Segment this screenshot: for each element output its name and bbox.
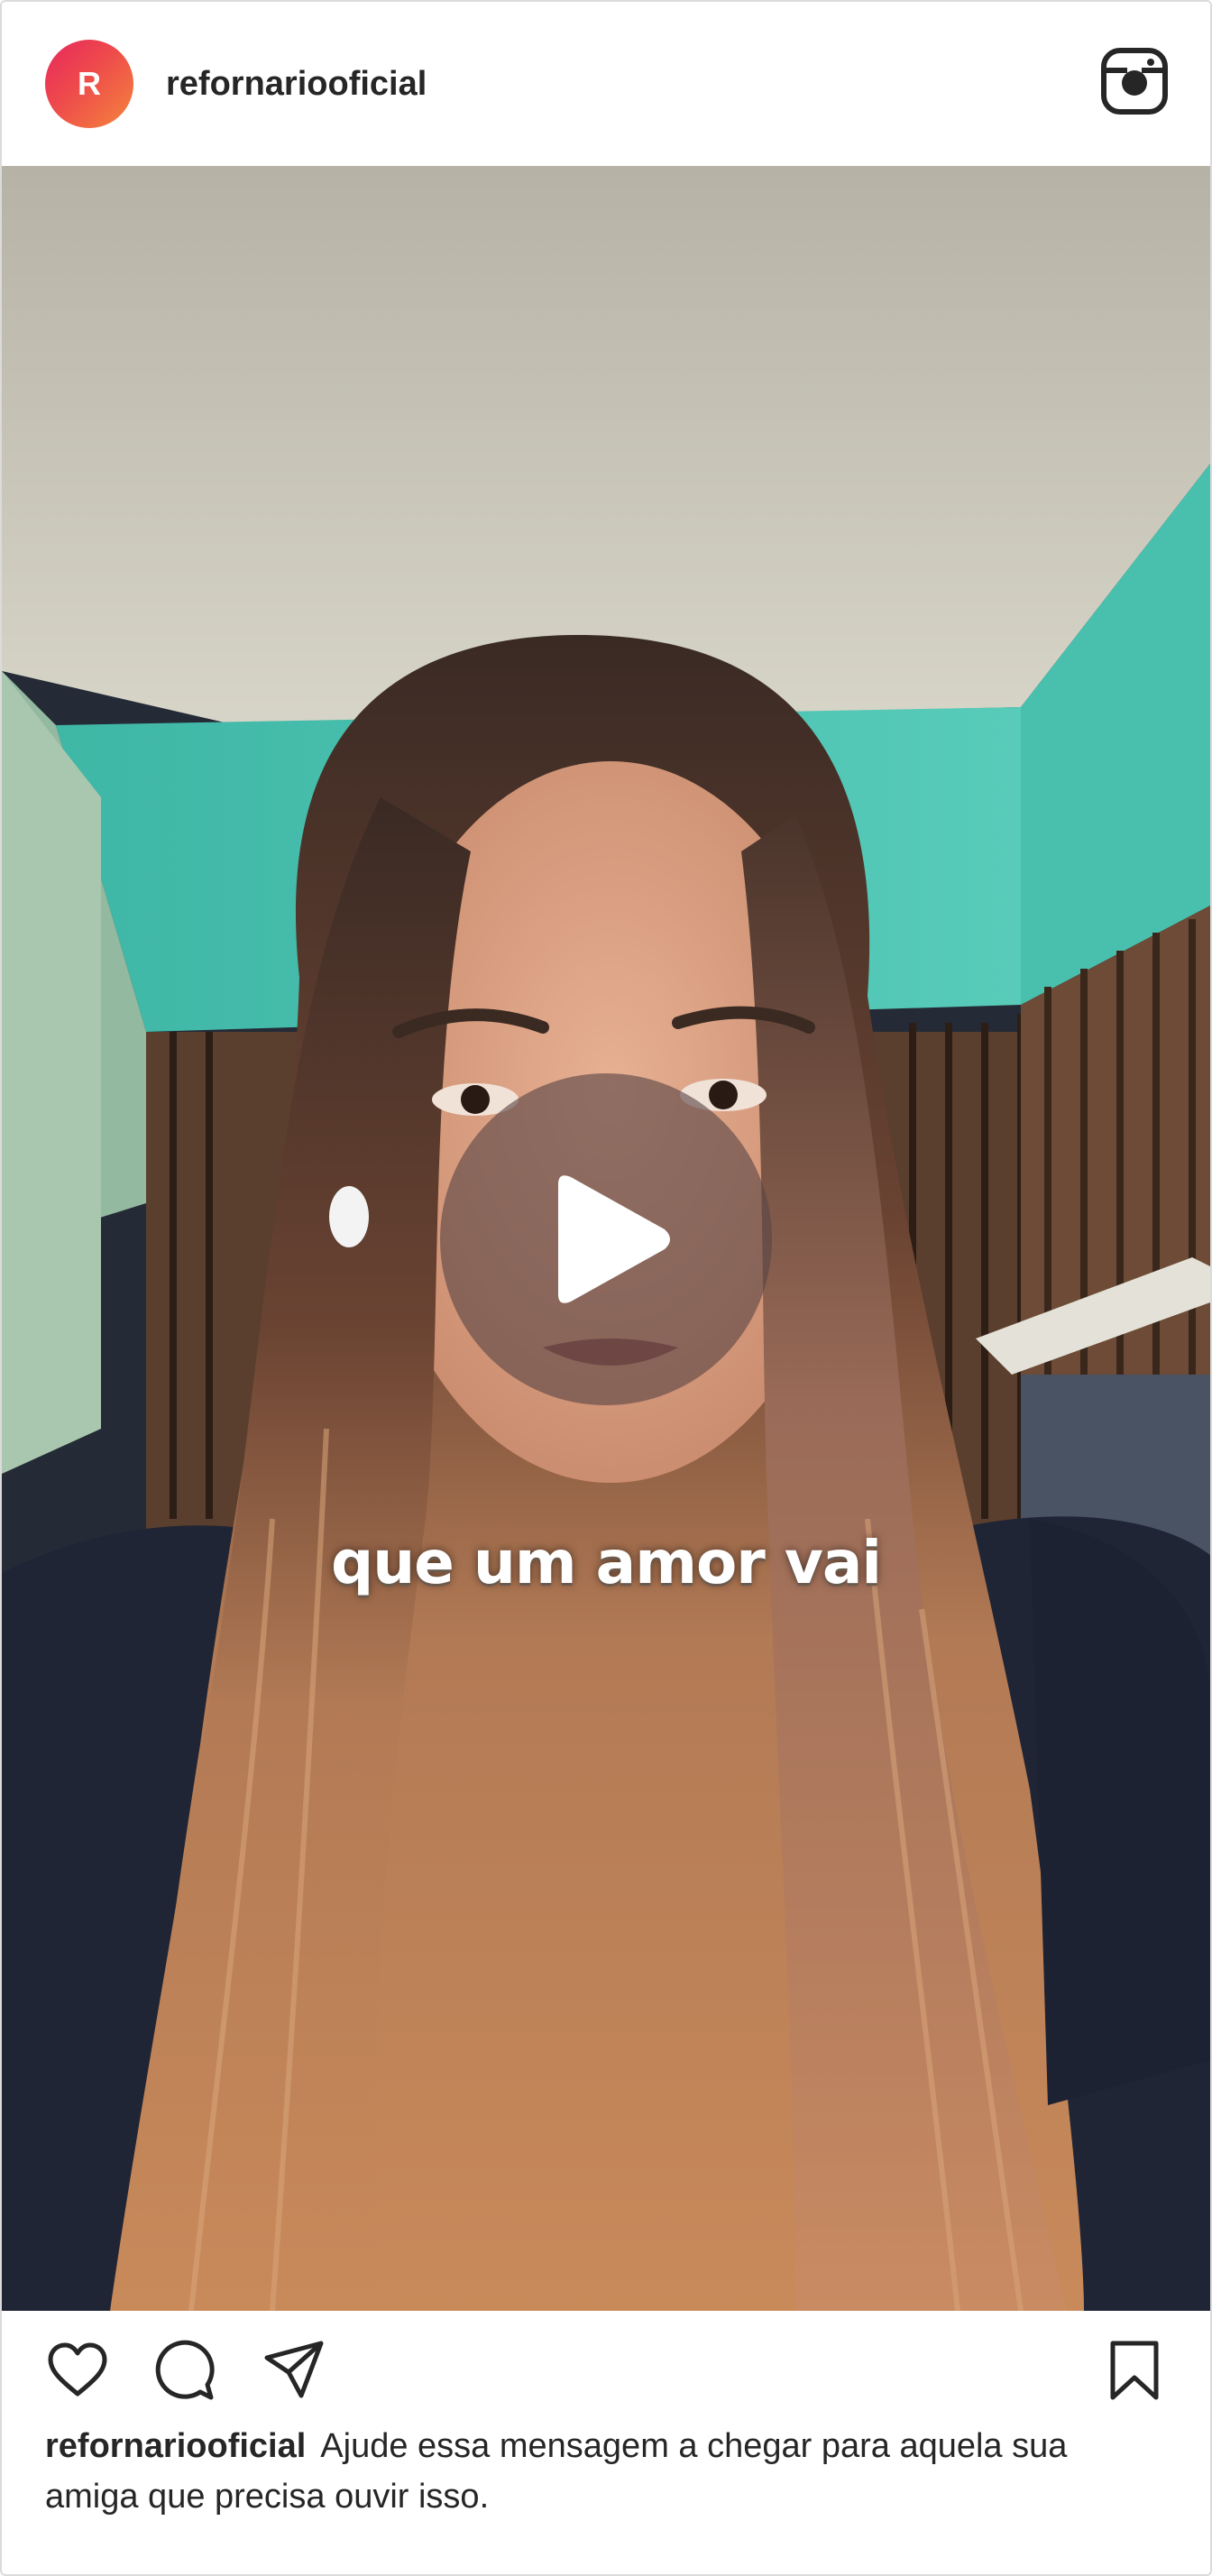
action-bar [2, 2311, 1210, 2419]
play-button[interactable] [440, 1073, 772, 1405]
video-subtitle: que um amor vai [330, 1528, 882, 1597]
play-icon [558, 1175, 670, 1303]
caption-username[interactable]: refornariooficial [45, 2427, 306, 2465]
post-caption: refornariooficial Ajude essa mensagem a c… [45, 2421, 1163, 2522]
comment-icon[interactable] [153, 2338, 218, 2403]
instagram-icon[interactable] [1100, 47, 1169, 115]
post-header: R refornariooficial [2, 2, 1210, 164]
heart-icon[interactable] [45, 2338, 110, 2403]
instagram-embed-card: R refornariooficial que um amor vai refo… [0, 0, 1212, 2576]
bookmark-icon[interactable] [1102, 2338, 1167, 2403]
username-link[interactable]: refornariooficial [166, 60, 427, 108]
send-icon[interactable] [262, 2338, 326, 2403]
avatar[interactable]: R [45, 40, 133, 128]
video-media[interactable]: que um amor vai [2, 166, 1210, 2311]
avatar-letter: R [78, 65, 101, 102]
